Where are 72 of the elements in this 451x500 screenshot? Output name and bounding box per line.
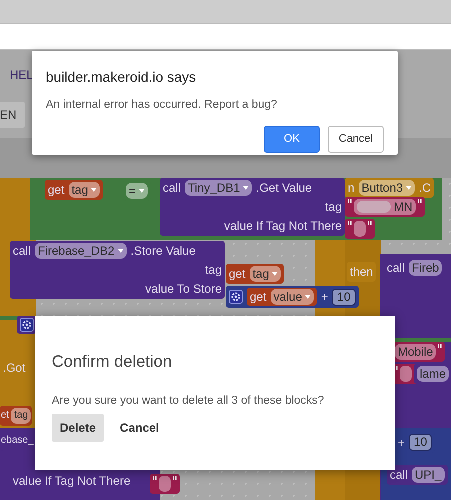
block-label: get [229,266,246,282]
dropdown-field[interactable]: tag [68,182,100,198]
caret-icon [91,188,98,192]
block-label: .C [419,180,432,196]
quote-mark-icon [438,344,442,349]
block-label: call [13,243,32,259]
caret-icon [118,249,124,253]
string-field[interactable] [400,366,412,382]
block-label: value If Tag Not There [224,218,342,234]
quote-mark-icon [153,476,157,481]
block-label: + [321,289,328,305]
dropdown-field[interactable]: Button3 [358,180,416,196]
dropdown-field[interactable]: UPI_ [412,467,445,483]
code-block[interactable]: n Button3 .C [345,178,434,198]
caret-icon [406,186,412,190]
caret-icon [305,295,312,299]
dropdown-field[interactable]: Tiny_DB1 [185,180,252,196]
code-block[interactable] [345,219,375,239]
cancel-button[interactable]: Cancel [328,126,384,153]
quote-mark-icon [368,221,372,226]
string-field[interactable] [159,476,171,492]
number-field[interactable]: 10 [409,434,432,451]
code-block[interactable]: get value + 10 [226,286,359,308]
code-block[interactable]: get tag [226,264,284,284]
dropdown-field[interactable]: tag [11,408,32,424]
code-block[interactable]: call Firebase_DB2 .Store Value tag value To Store [10,241,225,299]
code-block[interactable]: et tag [0,406,32,426]
delete-button[interactable]: Delete [52,414,104,442]
block-label: .Get Value [256,180,312,196]
block-label: n [348,180,355,196]
quote-mark-icon [173,476,177,481]
caret-icon [139,189,146,193]
code-block[interactable]: call Tiny_DB1 .Get Value tag value If Tag Not There [160,178,345,236]
dialog-message: Are you sure you want to delete all 3 of these blocks? [52,394,326,409]
block-label: call [387,260,406,276]
block-label: call [390,467,408,483]
dialog-message: An internal error has occurred. Report a bug? [46,98,278,113]
number-field[interactable]: 10 [332,288,356,306]
block-label: et [1,409,10,423]
string-text: MN [394,199,413,215]
block-label: get [250,289,267,305]
caret-icon [272,272,278,276]
code-block[interactable]: get tag [45,180,104,200]
block-label: + [398,434,406,450]
string-field[interactable] [354,221,366,237]
code-block[interactable]: get value [247,288,318,306]
ok-button[interactable]: OK [264,126,320,153]
dropdown-field[interactable]: value [270,289,314,305]
block-label: get [48,182,65,198]
code-block[interactable]: MN [345,197,425,217]
dropdown-field[interactable]: tag [250,266,282,282]
block-label: tag [325,199,342,215]
code-block[interactable] [150,474,180,494]
menu-item[interactable]: HEL [10,66,34,84]
toolbar-button[interactable]: EN [0,102,25,128]
block-label: value To Store [146,281,222,297]
block-label: .Store Value [130,243,196,259]
quote-mark-icon [348,199,352,204]
dropdown-field[interactable]: Fireb [409,260,442,276]
caret-icon [243,186,250,190]
dialog-title: Confirm deletion [52,352,174,373]
string-field[interactable]: MN [354,199,416,215]
gear-icon[interactable] [20,318,34,332]
cancel-button[interactable]: Cancel [112,414,168,442]
dropdown-field[interactable]: Firebase_DB2 [35,243,127,259]
block-label: tag [205,262,222,278]
quote-mark-icon [348,221,352,226]
block-label: call [163,180,182,196]
dialog-title: builder.makeroid.io says [46,68,198,87]
quote-mark-icon [418,199,422,204]
code-block[interactable]: call UPI_ [387,465,448,485]
gear-icon[interactable] [229,290,243,304]
